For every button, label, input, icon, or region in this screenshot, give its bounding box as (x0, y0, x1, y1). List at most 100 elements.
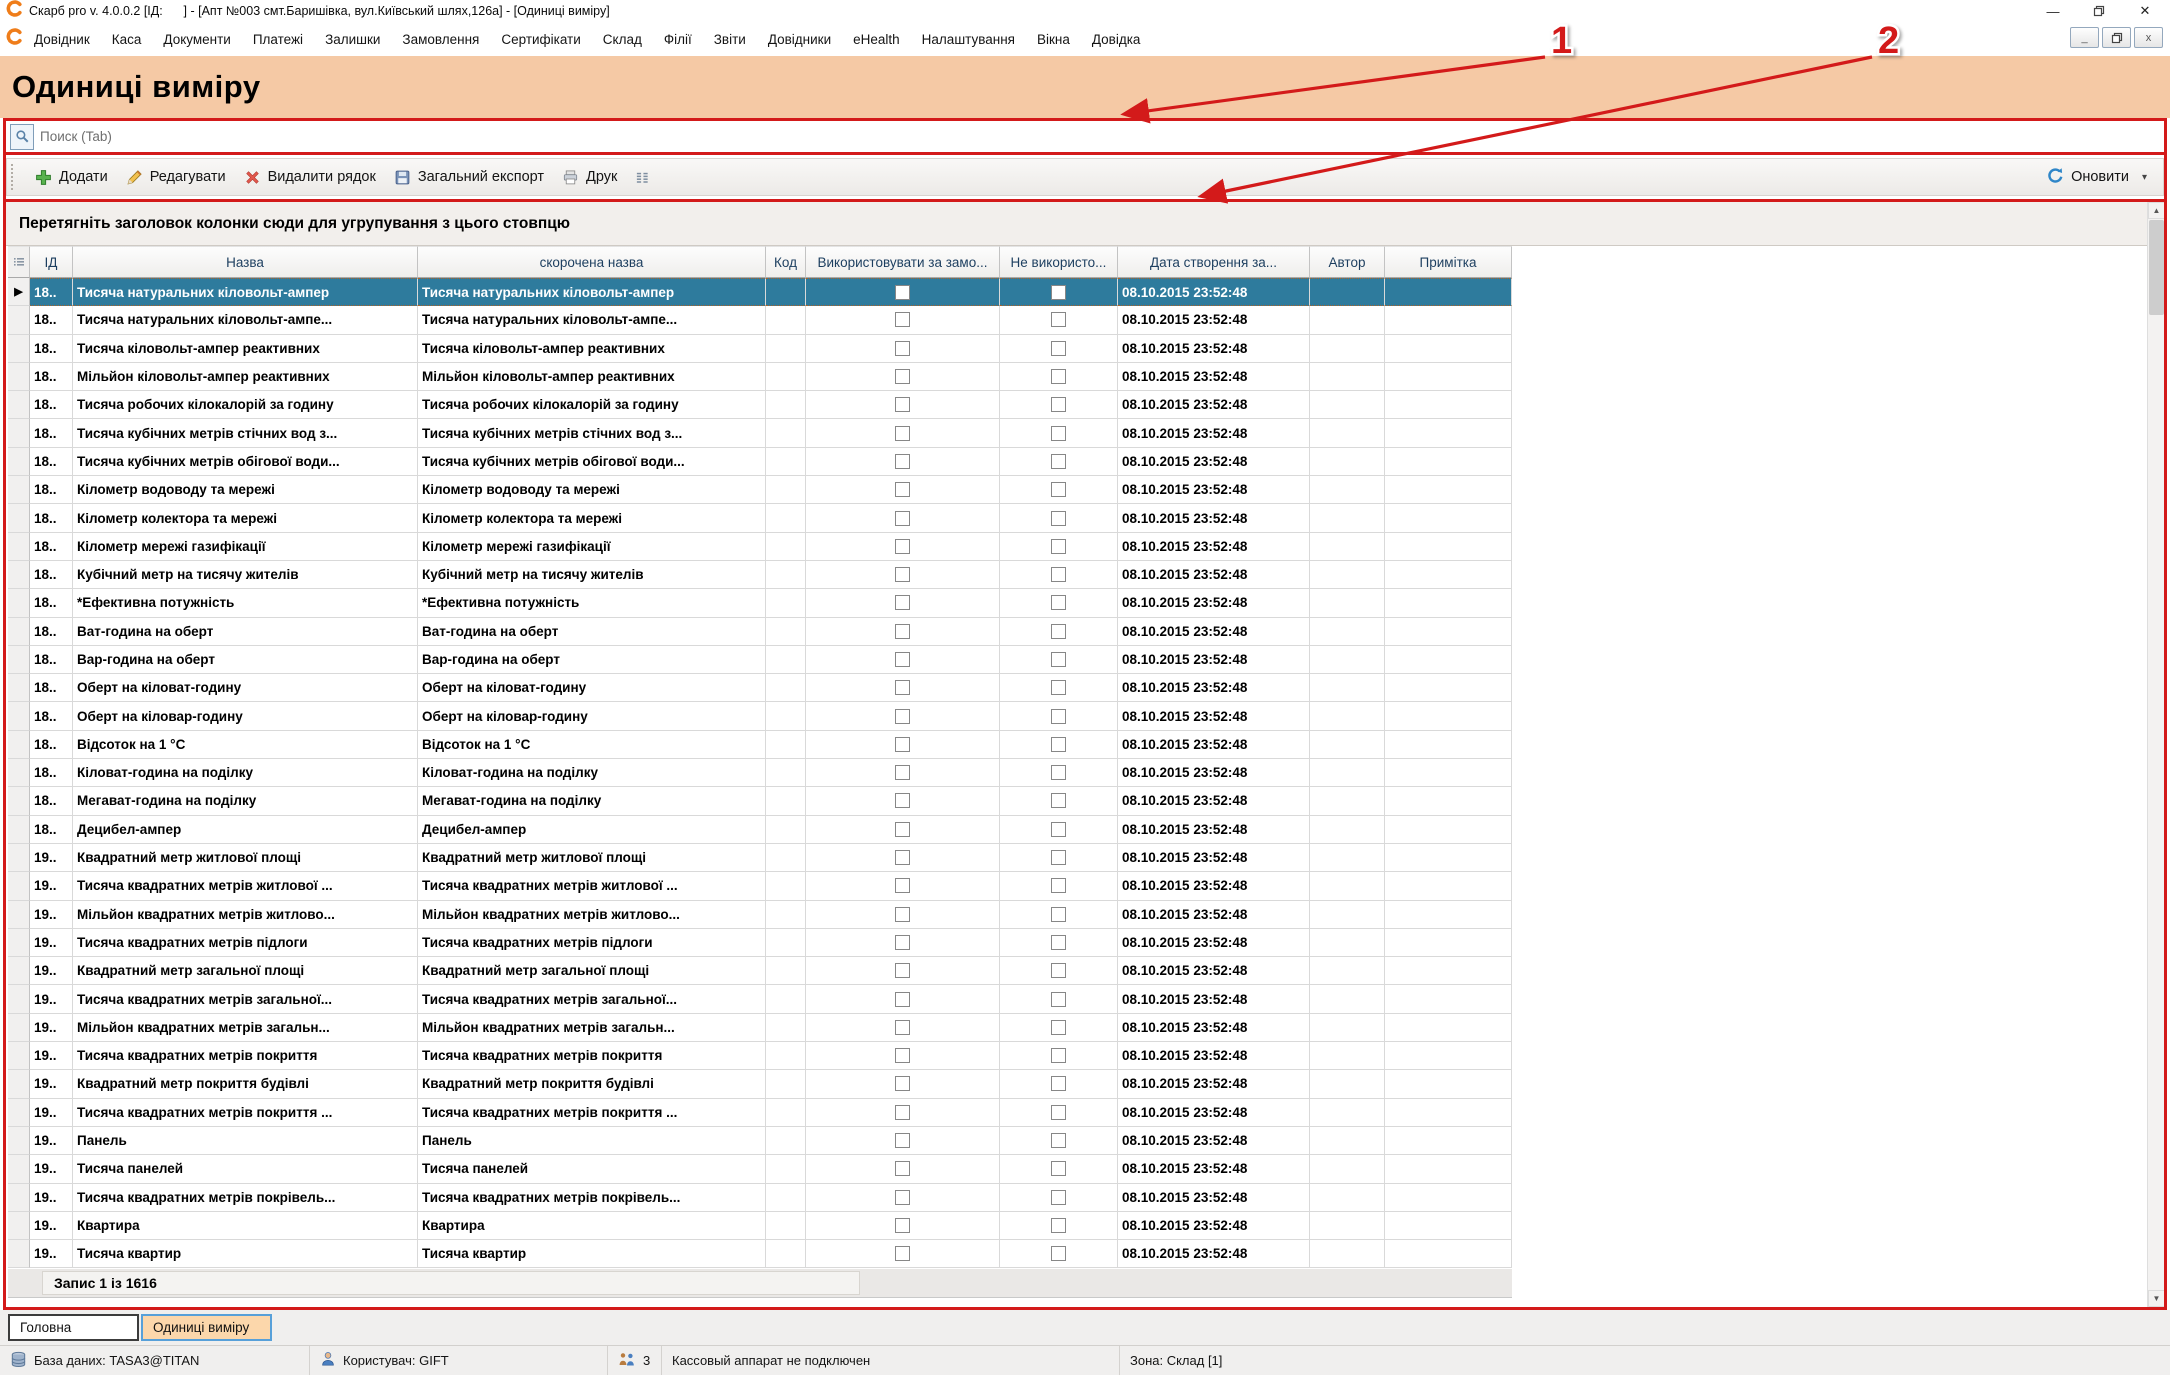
search-icon[interactable] (10, 124, 34, 150)
toolbar-print-button[interactable]: Друк (553, 165, 626, 190)
table-row[interactable]: 19..Тисяча квадратних метрів підлогиТися… (8, 929, 1512, 957)
use-default-checkbox[interactable] (895, 1161, 910, 1176)
use-default-checkbox[interactable] (895, 822, 910, 837)
column-header-name[interactable]: Назва (73, 246, 418, 278)
use-default-checkbox[interactable] (895, 454, 910, 469)
menu-item-7[interactable]: Сертифікати (490, 32, 591, 47)
use-default-checkbox[interactable] (895, 963, 910, 978)
scroll-up-icon[interactable]: ▲ (2148, 202, 2165, 219)
not-used-checkbox[interactable] (1051, 539, 1066, 554)
not-used-checkbox[interactable] (1051, 482, 1066, 497)
menu-item-13[interactable]: Налаштування (911, 32, 1026, 47)
use-default-checkbox[interactable] (895, 652, 910, 667)
toolbar-grip[interactable] (11, 164, 17, 190)
not-used-checkbox[interactable] (1051, 1246, 1066, 1261)
not-used-checkbox[interactable] (1051, 963, 1066, 978)
use-default-checkbox[interactable] (895, 1105, 910, 1120)
table-row[interactable]: 18..Оберт на кіловат-годинуОберт на кіло… (8, 674, 1512, 702)
use-default-checkbox[interactable] (895, 369, 910, 384)
use-default-checkbox[interactable] (895, 1076, 910, 1091)
use-default-checkbox[interactable] (895, 482, 910, 497)
toolbar-export-button[interactable]: Загальний експорт (385, 165, 553, 190)
table-row[interactable]: 18..Мільйон кіловольт-ампер реактивнихМі… (8, 363, 1512, 391)
not-used-checkbox[interactable] (1051, 737, 1066, 752)
mdi-close-icon[interactable]: x (2134, 27, 2163, 48)
not-used-checkbox[interactable] (1051, 454, 1066, 469)
table-row[interactable]: 18..Оберт на кіловар-годинуОберт на кіло… (8, 702, 1512, 730)
table-row[interactable]: 18..Кілометр мережі газифікаціїКілометр … (8, 533, 1512, 561)
table-row[interactable]: 18..Кіловат-година на поділкуКіловат-год… (8, 759, 1512, 787)
not-used-checkbox[interactable] (1051, 1218, 1066, 1233)
not-used-checkbox[interactable] (1051, 567, 1066, 582)
use-default-checkbox[interactable] (895, 312, 910, 327)
use-default-checkbox[interactable] (895, 341, 910, 356)
not-used-checkbox[interactable] (1051, 285, 1066, 300)
table-row[interactable]: 18..Мегават-година на поділкуМегават-год… (8, 787, 1512, 815)
table-row[interactable]: 19..Мільйон квадратних метрів житлово...… (8, 901, 1512, 929)
menu-item-11[interactable]: Довідники (757, 32, 842, 47)
not-used-checkbox[interactable] (1051, 652, 1066, 667)
table-row[interactable]: 19..КвартираКвартира08.10.2015 23:52:48 (8, 1212, 1512, 1240)
column-header-not-used[interactable]: Не використо... (1000, 246, 1118, 278)
use-default-checkbox[interactable] (895, 737, 910, 752)
table-row[interactable]: 19..Мільйон квадратних метрів загальн...… (8, 1014, 1512, 1042)
column-header-id[interactable]: ІД (30, 246, 73, 278)
menu-item-14[interactable]: Вікна (1026, 32, 1081, 47)
menu-item-5[interactable]: Залишки (314, 32, 391, 47)
table-row[interactable]: 18..Тисяча натуральних кіловольт-ампе...… (8, 306, 1512, 334)
mdi-restore-icon[interactable] (2102, 27, 2131, 48)
table-row[interactable]: 18..Децибел-амперДецибел-ампер08.10.2015… (8, 816, 1512, 844)
use-default-checkbox[interactable] (895, 992, 910, 1007)
use-default-checkbox[interactable] (895, 624, 910, 639)
use-default-checkbox[interactable] (895, 595, 910, 610)
table-row[interactable]: 19..Тисяча квадратних метрів загальної..… (8, 985, 1512, 1013)
use-default-checkbox[interactable] (895, 539, 910, 554)
table-row[interactable]: 18..Кубічний метр на тисячу жителівКубіч… (8, 561, 1512, 589)
menu-item-15[interactable]: Довідка (1081, 32, 1152, 47)
table-row[interactable]: 18..Відсоток на 1 °CВідсоток на 1 °C08.1… (8, 731, 1512, 759)
use-default-checkbox[interactable] (895, 1246, 910, 1261)
vertical-scrollbar[interactable]: ▲ ▼ (2147, 202, 2164, 1307)
mdi-minimize-icon[interactable]: _ (2070, 27, 2099, 48)
not-used-checkbox[interactable] (1051, 709, 1066, 724)
use-default-checkbox[interactable] (895, 567, 910, 582)
menu-item-8[interactable]: Склад (592, 32, 653, 47)
not-used-checkbox[interactable] (1051, 595, 1066, 610)
chevron-down-icon[interactable]: ▾ (2142, 172, 2147, 183)
not-used-checkbox[interactable] (1051, 1161, 1066, 1176)
not-used-checkbox[interactable] (1051, 793, 1066, 808)
scroll-down-icon[interactable]: ▼ (2148, 1290, 2165, 1307)
table-row[interactable]: 19..Тисяча квадратних метрів покрівель..… (8, 1184, 1512, 1212)
menu-item-3[interactable]: Документи (152, 32, 241, 47)
use-default-checkbox[interactable] (895, 1190, 910, 1205)
tab-home[interactable]: Головна (8, 1314, 139, 1341)
not-used-checkbox[interactable] (1051, 1190, 1066, 1205)
not-used-checkbox[interactable] (1051, 680, 1066, 695)
column-header-created-date[interactable]: Дата створення за... (1118, 246, 1310, 278)
not-used-checkbox[interactable] (1051, 992, 1066, 1007)
table-row[interactable]: 19..Тисяча квартирТисяча квартир08.10.20… (8, 1240, 1512, 1268)
table-row[interactable]: 19..Тисяча квадратних метрів покриттяТис… (8, 1042, 1512, 1070)
not-used-checkbox[interactable] (1051, 1133, 1066, 1148)
not-used-checkbox[interactable] (1051, 878, 1066, 893)
refresh-button[interactable]: Оновити (2038, 163, 2138, 192)
toolbar-columns-button[interactable] (626, 166, 659, 189)
not-used-checkbox[interactable] (1051, 765, 1066, 780)
window-close-icon[interactable]: ✕ (2122, 0, 2168, 22)
column-header-use-default[interactable]: Використовувати за замо... (806, 246, 1000, 278)
use-default-checkbox[interactable] (895, 680, 910, 695)
table-row[interactable]: 19..Тисяча квадратних метрів покриття ..… (8, 1099, 1512, 1127)
use-default-checkbox[interactable] (895, 907, 910, 922)
table-row[interactable]: 18..*Ефективна потужність*Ефективна поту… (8, 589, 1512, 617)
not-used-checkbox[interactable] (1051, 397, 1066, 412)
use-default-checkbox[interactable] (895, 1133, 910, 1148)
table-row[interactable]: 18..Тисяча кубічних метрів обігової води… (8, 448, 1512, 476)
table-row[interactable]: 18..Ват-година на обертВат-година на обе… (8, 618, 1512, 646)
table-row[interactable]: 19..Квадратний метр загальної площіКвадр… (8, 957, 1512, 985)
use-default-checkbox[interactable] (895, 426, 910, 441)
table-row[interactable]: 19..Тисяча квадратних метрів житлової ..… (8, 872, 1512, 900)
table-row[interactable]: 18..Кілометр колектора та мережіКілометр… (8, 504, 1512, 532)
group-by-panel[interactable]: Перетягніть заголовок колонки сюди для у… (6, 202, 2147, 246)
table-row[interactable]: 19..ПанельПанель08.10.2015 23:52:48 (8, 1127, 1512, 1155)
not-used-checkbox[interactable] (1051, 312, 1066, 327)
